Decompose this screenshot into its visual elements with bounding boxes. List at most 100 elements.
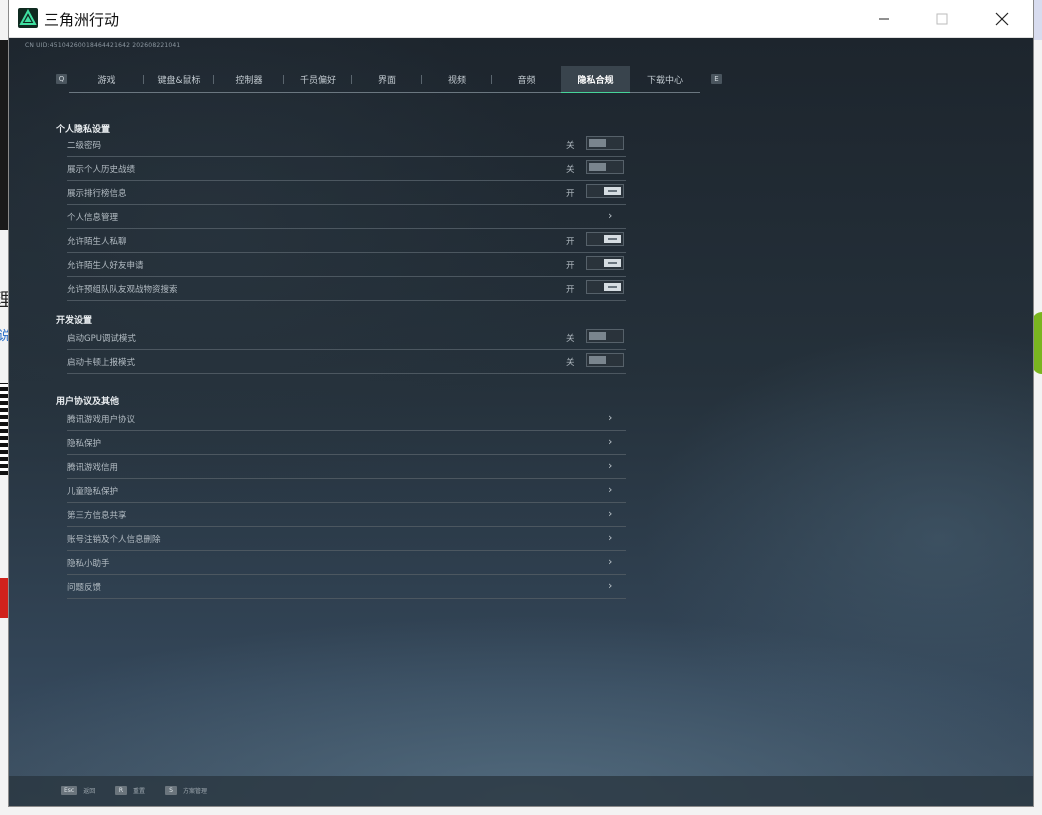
chevron-right-icon[interactable]: › xyxy=(608,411,612,424)
chevron-right-icon[interactable]: › xyxy=(608,483,612,496)
delta-force-logo-icon xyxy=(18,8,38,28)
setting-label: 儿童隐私保护 xyxy=(67,487,119,497)
toggle-state-label: 关 xyxy=(566,141,575,151)
tab-next-key[interactable]: E xyxy=(711,74,722,84)
toggle-knob xyxy=(604,283,621,291)
setting-row[interactable]: 隐私保护 › xyxy=(67,431,626,455)
setting-row: 启动卡顿上报模式 关 xyxy=(67,350,626,374)
setting-label: 隐私小助手 xyxy=(67,559,110,569)
setting-label: 展示个人历史战绩 xyxy=(67,165,136,175)
setting-row: 展示个人历史战绩 关 xyxy=(67,157,626,181)
chevron-right-icon[interactable]: › xyxy=(608,209,612,222)
toggle-knob xyxy=(589,163,606,171)
toggle-knob xyxy=(589,139,606,147)
title-bar[interactable]: 三角洲行动 xyxy=(9,0,1033,38)
tab-prev-key[interactable]: Q xyxy=(56,74,67,84)
toggle-state-label: 开 xyxy=(566,189,575,199)
tab-6[interactable]: 音频 xyxy=(492,66,561,93)
minimize-icon[interactable] xyxy=(861,0,907,38)
setting-label: 腾讯游戏信用 xyxy=(67,463,119,473)
toggle-knob xyxy=(604,259,621,267)
chevron-right-icon[interactable]: › xyxy=(608,459,612,472)
setting-row: 允许陌生人好友申请 开 xyxy=(67,253,626,277)
tab-3[interactable]: 千员偏好 xyxy=(284,66,352,93)
setting-label: 个人信息管理 xyxy=(67,213,119,223)
settings-content: CN UID:451042600184644216​42 20260822​10… xyxy=(9,38,1033,806)
setting-label: 允许陌生人好友申请 xyxy=(67,261,144,271)
toggle-state-label: 开 xyxy=(566,285,575,295)
setting-label: 第三方信息共享 xyxy=(67,511,127,521)
hint-0[interactable]: Esc 返回 xyxy=(61,786,95,795)
setting-label: 隐私保护 xyxy=(67,439,102,449)
toggle-knob xyxy=(589,356,606,364)
setting-label: 展示排行榜信息 xyxy=(67,189,127,199)
hint-1[interactable]: R 重置 xyxy=(115,786,145,795)
tab-4[interactable]: 界面 xyxy=(352,66,422,93)
chevron-right-icon[interactable]: › xyxy=(608,555,612,568)
tab-8[interactable]: 下载中心 xyxy=(630,66,700,93)
maximize-icon[interactable] xyxy=(919,0,965,38)
hint-key: R xyxy=(115,786,127,795)
desktop-fragment xyxy=(1032,312,1042,374)
setting-row[interactable]: 隐私小助手 › xyxy=(67,551,626,575)
setting-row: 允许陌生人私聊 开 xyxy=(67,229,626,253)
window-title: 三角洲行动 xyxy=(44,11,120,29)
close-icon[interactable] xyxy=(979,0,1025,38)
setting-label: 允许陌生人私聊 xyxy=(67,237,127,247)
hint-label: 重置 xyxy=(133,788,146,795)
toggle-state-label: 关 xyxy=(566,165,575,175)
toggle-switch[interactable] xyxy=(586,329,624,343)
desktop-fragment xyxy=(0,383,9,475)
toggle-switch[interactable] xyxy=(586,280,624,294)
game-window: 三角洲行动 CN UID:451042600184644216​42 20260… xyxy=(9,0,1033,806)
toggle-switch[interactable] xyxy=(586,232,624,246)
toggle-knob xyxy=(589,332,606,340)
tab-2[interactable]: 控制器 xyxy=(214,66,284,93)
setting-label: 腾讯游戏用户协议 xyxy=(67,415,136,425)
toggle-state-label: 关 xyxy=(566,334,575,344)
hint-label: 返回 xyxy=(83,788,96,795)
toggle-state-label: 关 xyxy=(566,358,575,368)
section-title-agreements: 用户协议及其他 xyxy=(56,397,120,407)
hint-key: Esc xyxy=(61,786,78,795)
desktop-fragment xyxy=(0,578,9,618)
tab-0[interactable]: 游戏 xyxy=(69,66,144,93)
setting-row: 启动GPU调试模式 关 xyxy=(67,326,626,350)
toggle-knob xyxy=(604,235,621,243)
setting-row: 展示排行榜信息 开 xyxy=(67,181,626,205)
tab-5[interactable]: 视频 xyxy=(422,66,492,93)
setting-label: 二级密码 xyxy=(67,141,102,151)
toggle-switch[interactable] xyxy=(586,353,624,367)
toggle-switch[interactable] xyxy=(586,184,624,198)
toggle-switch[interactable] xyxy=(586,256,624,270)
chevron-right-icon[interactable]: › xyxy=(608,531,612,544)
chevron-right-icon[interactable]: › xyxy=(608,579,612,592)
section-title-dev: 开发设置 xyxy=(56,316,93,326)
setting-row[interactable]: 账号注销及个人信息删除 › xyxy=(67,527,626,551)
toggle-state-label: 开 xyxy=(566,261,575,271)
toggle-state-label: 开 xyxy=(566,237,575,247)
toggle-switch[interactable] xyxy=(586,160,624,174)
setting-row[interactable]: 个人信息管理 › xyxy=(67,205,626,229)
chevron-right-icon[interactable]: › xyxy=(608,507,612,520)
tab-1[interactable]: 键盘&鼠标 xyxy=(144,66,214,93)
setting-label: 启动GPU调试模式 xyxy=(67,334,136,344)
setting-row[interactable]: 第三方信息共享 › xyxy=(67,503,626,527)
setting-row[interactable]: 问题反馈 › xyxy=(67,575,626,599)
toggle-switch[interactable] xyxy=(586,136,624,150)
setting-row: 二级密码 关 xyxy=(67,133,626,157)
setting-row: 允许预组队队友观战物资搜索 开 xyxy=(67,277,626,301)
tab-7[interactable]: 隐私合规 xyxy=(561,66,630,93)
bottom-hint-bar: Esc 返回 R 重置 S 方案管理 xyxy=(9,776,1033,806)
setting-row[interactable]: 腾讯游戏信用 › xyxy=(67,455,626,479)
setting-label: 账号注销及个人信息删除 xyxy=(67,535,161,545)
desktop-fragment xyxy=(0,40,9,230)
toggle-knob xyxy=(604,187,621,195)
hint-2[interactable]: S 方案管理 xyxy=(165,786,207,795)
setting-row[interactable]: 儿童隐私保护 › xyxy=(67,479,626,503)
desktop-fragment xyxy=(1032,0,1042,40)
hint-key: S xyxy=(165,786,177,795)
setting-label: 问题反馈 xyxy=(67,583,102,593)
chevron-right-icon[interactable]: › xyxy=(608,435,612,448)
setting-row[interactable]: 腾讯游戏用户协议 › xyxy=(67,407,626,431)
